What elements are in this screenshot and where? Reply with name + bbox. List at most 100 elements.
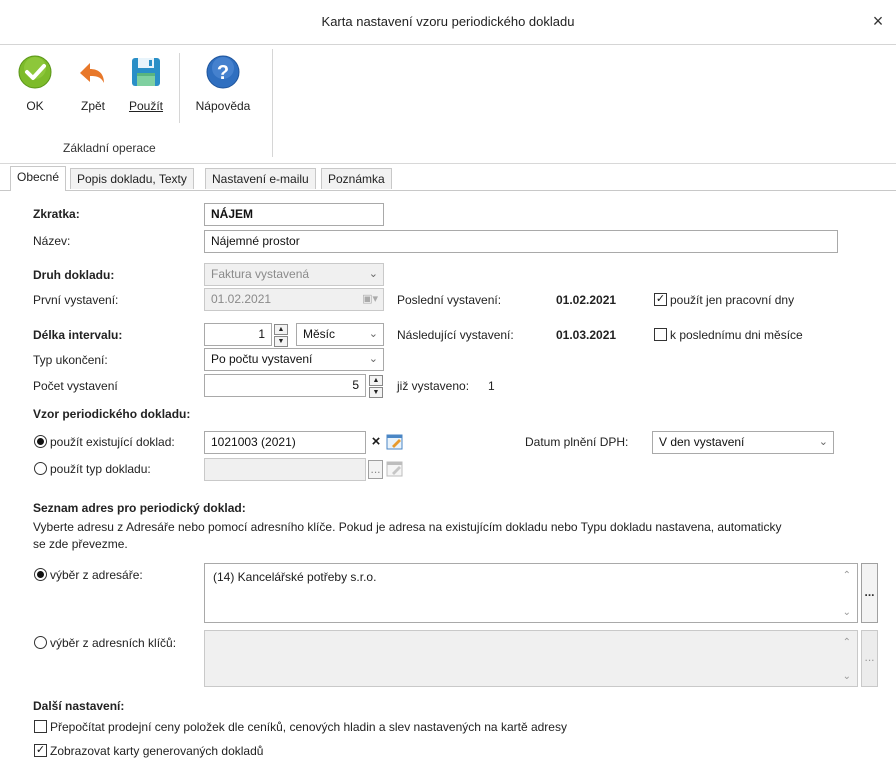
tab-strip: Obecné Popis dokladu, Texty Nastavení e-… bbox=[0, 164, 896, 191]
zobrazovat-label: Zobrazovat karty generovaných dokladů bbox=[50, 744, 264, 758]
adresar-memo[interactable]: (14) Kancelářské potřeby s.r.o. ⌃ ⌄ bbox=[204, 563, 858, 623]
adresar-browse-button[interactable]: ... bbox=[861, 563, 878, 623]
chevron-down-icon: ⌄ bbox=[368, 353, 378, 365]
tab-nastaveni-emailu[interactable]: Nastavení e-mailu bbox=[205, 168, 316, 189]
pracovni-checkbox[interactable]: ✓ bbox=[654, 293, 667, 306]
delka-input[interactable]: 1 bbox=[204, 323, 272, 346]
posledni-den-checkbox[interactable] bbox=[654, 328, 667, 341]
close-icon[interactable]: × bbox=[866, 9, 890, 33]
ok-button[interactable]: OK bbox=[12, 53, 58, 123]
dph-select[interactable]: V den vystavení ⌄ bbox=[652, 431, 834, 454]
ribbon-separator bbox=[179, 53, 180, 123]
window-title: Karta nastavení vzoru periodického dokla… bbox=[321, 14, 575, 29]
zobrazovat-checkbox[interactable]: ✓ bbox=[34, 744, 47, 757]
klice-radio[interactable] bbox=[34, 636, 47, 649]
delka-stepper[interactable]: ▲ ▼ bbox=[274, 324, 288, 347]
existujici-label: použít existující doklad: bbox=[50, 435, 175, 449]
tab-poznamka[interactable]: Poznámka bbox=[321, 168, 392, 189]
apply-button[interactable]: Použít bbox=[120, 53, 172, 123]
delka-label: Délka intervalu: bbox=[33, 328, 123, 342]
edit-document-icon[interactable] bbox=[386, 433, 404, 451]
adresy-heading: Seznam adres pro periodický doklad: bbox=[33, 501, 246, 515]
scroll-up-icon: ⌃ bbox=[842, 637, 851, 648]
typ-label: použít typ dokladu: bbox=[50, 462, 151, 476]
back-button[interactable]: Zpět bbox=[70, 53, 116, 123]
check-circle-icon bbox=[18, 55, 52, 89]
adresar-label: výběr z adresáře: bbox=[50, 568, 143, 582]
nasledujici-value: 01.03.2021 bbox=[556, 328, 617, 342]
prepocitat-label: Přepočítat prodejní ceny položek dle cen… bbox=[50, 720, 567, 734]
ok-label: OK bbox=[26, 99, 44, 113]
undo-arrow-icon bbox=[80, 63, 104, 83]
help-question-icon: ? bbox=[206, 55, 240, 89]
prepocitat-checkbox[interactable] bbox=[34, 720, 47, 733]
druh-value: Faktura vystavená bbox=[211, 267, 310, 281]
adresy-desc-line1: Vyberte adresu z Adresáře nebo pomocí ad… bbox=[33, 520, 782, 534]
delka-unit-select[interactable]: Měsíc ⌄ bbox=[296, 323, 384, 346]
vzor-heading: Vzor periodického dokladu: bbox=[33, 407, 191, 421]
posledni-den-label: k poslednímu dni měsíce bbox=[670, 328, 803, 342]
pocet-label: Počet vystavení bbox=[33, 379, 118, 393]
pracovni-label: použít jen pracovní dny bbox=[670, 293, 795, 307]
dph-label: Datum plnění DPH: bbox=[525, 435, 629, 449]
chevron-down-icon: ⌄ bbox=[368, 328, 378, 340]
svg-text:?: ? bbox=[217, 62, 229, 84]
zkratka-label: Zkratka: bbox=[33, 207, 80, 221]
ribbon-group-label: Základní operace bbox=[63, 141, 156, 155]
calendar-dropdown-icon: ▣▾ bbox=[362, 293, 378, 305]
scroll-down-icon: ⌄ bbox=[842, 671, 851, 682]
klice-label: výběr z adresních klíčů: bbox=[50, 636, 177, 650]
dalsi-heading: Další nastavení: bbox=[33, 699, 125, 713]
edit-document-icon bbox=[386, 461, 403, 477]
delka-unit-value: Měsíc bbox=[303, 327, 336, 341]
jiz-label: již vystaveno: bbox=[397, 379, 470, 393]
ribbon-separator bbox=[272, 49, 273, 157]
adresar-radio[interactable] bbox=[34, 568, 47, 581]
save-disk-icon bbox=[132, 58, 160, 86]
arrow-up-icon: ▲ bbox=[274, 324, 288, 335]
existujici-input[interactable]: 1021003 (2021) bbox=[204, 431, 366, 454]
zkratka-input[interactable]: NÁJEM bbox=[204, 203, 384, 226]
tab-divider bbox=[0, 190, 896, 191]
nasledujici-label: Následující vystavení: bbox=[397, 328, 514, 342]
help-label: Nápověda bbox=[195, 99, 251, 113]
adresy-desc-line2: se zde převezme. bbox=[33, 537, 128, 551]
existujici-radio[interactable] bbox=[34, 435, 47, 448]
jiz-value: 1 bbox=[488, 379, 495, 393]
typ-input bbox=[204, 458, 366, 481]
typ-ukonceni-value: Po počtu vystavení bbox=[211, 352, 313, 366]
title-bar: Karta nastavení vzoru periodického dokla… bbox=[0, 0, 896, 45]
chevron-down-icon: ⌄ bbox=[818, 436, 828, 448]
pocet-stepper[interactable]: ▲ ▼ bbox=[369, 375, 383, 398]
tab-popis-dokladu[interactable]: Popis dokladu, Texty bbox=[70, 168, 194, 189]
posledni-label: Poslední vystavení: bbox=[397, 293, 502, 307]
druh-select: Faktura vystavená ⌄ bbox=[204, 263, 384, 286]
clear-x-icon[interactable]: × bbox=[369, 432, 383, 452]
ribbon: OK Zpět Použít ? Nápověda Základní opera… bbox=[0, 45, 896, 164]
back-label: Zpět bbox=[80, 99, 105, 113]
klice-memo: ⌃ ⌄ bbox=[204, 630, 858, 687]
scroll-up-icon[interactable]: ⌃ bbox=[843, 570, 851, 581]
arrow-down-icon: ▼ bbox=[274, 336, 288, 347]
tab-obecne[interactable]: Obecné bbox=[10, 166, 67, 191]
nazev-input[interactable]: Nájemné prostor bbox=[204, 230, 838, 253]
chevron-down-icon: ⌄ bbox=[368, 268, 378, 280]
arrow-up-icon: ▲ bbox=[369, 375, 383, 386]
arrow-down-icon: ▼ bbox=[369, 387, 383, 398]
prvni-value: 01.02.2021 bbox=[211, 292, 272, 306]
adresar-value: (14) Kancelářské potřeby s.r.o. bbox=[213, 570, 377, 584]
typ-radio[interactable] bbox=[34, 462, 47, 475]
prvni-label: První vystavení: bbox=[33, 293, 119, 307]
nazev-label: Název: bbox=[33, 234, 71, 248]
typ-ukonceni-label: Typ ukončení: bbox=[33, 353, 108, 367]
scroll-down-icon[interactable]: ⌄ bbox=[843, 607, 851, 618]
help-button[interactable]: ? Nápověda bbox=[190, 53, 256, 123]
pocet-input[interactable]: 5 bbox=[204, 374, 366, 397]
prvni-date-field: 01.02.2021 ▣▾ bbox=[204, 288, 384, 311]
typ-browse-button: ... bbox=[368, 460, 383, 479]
druh-label: Druh dokladu: bbox=[33, 268, 115, 282]
dph-value: V den vystavení bbox=[659, 435, 745, 449]
typ-ukonceni-select[interactable]: Po počtu vystavení ⌄ bbox=[204, 348, 384, 371]
apply-label: Použít bbox=[128, 99, 164, 113]
posledni-value: 01.02.2021 bbox=[556, 293, 617, 307]
